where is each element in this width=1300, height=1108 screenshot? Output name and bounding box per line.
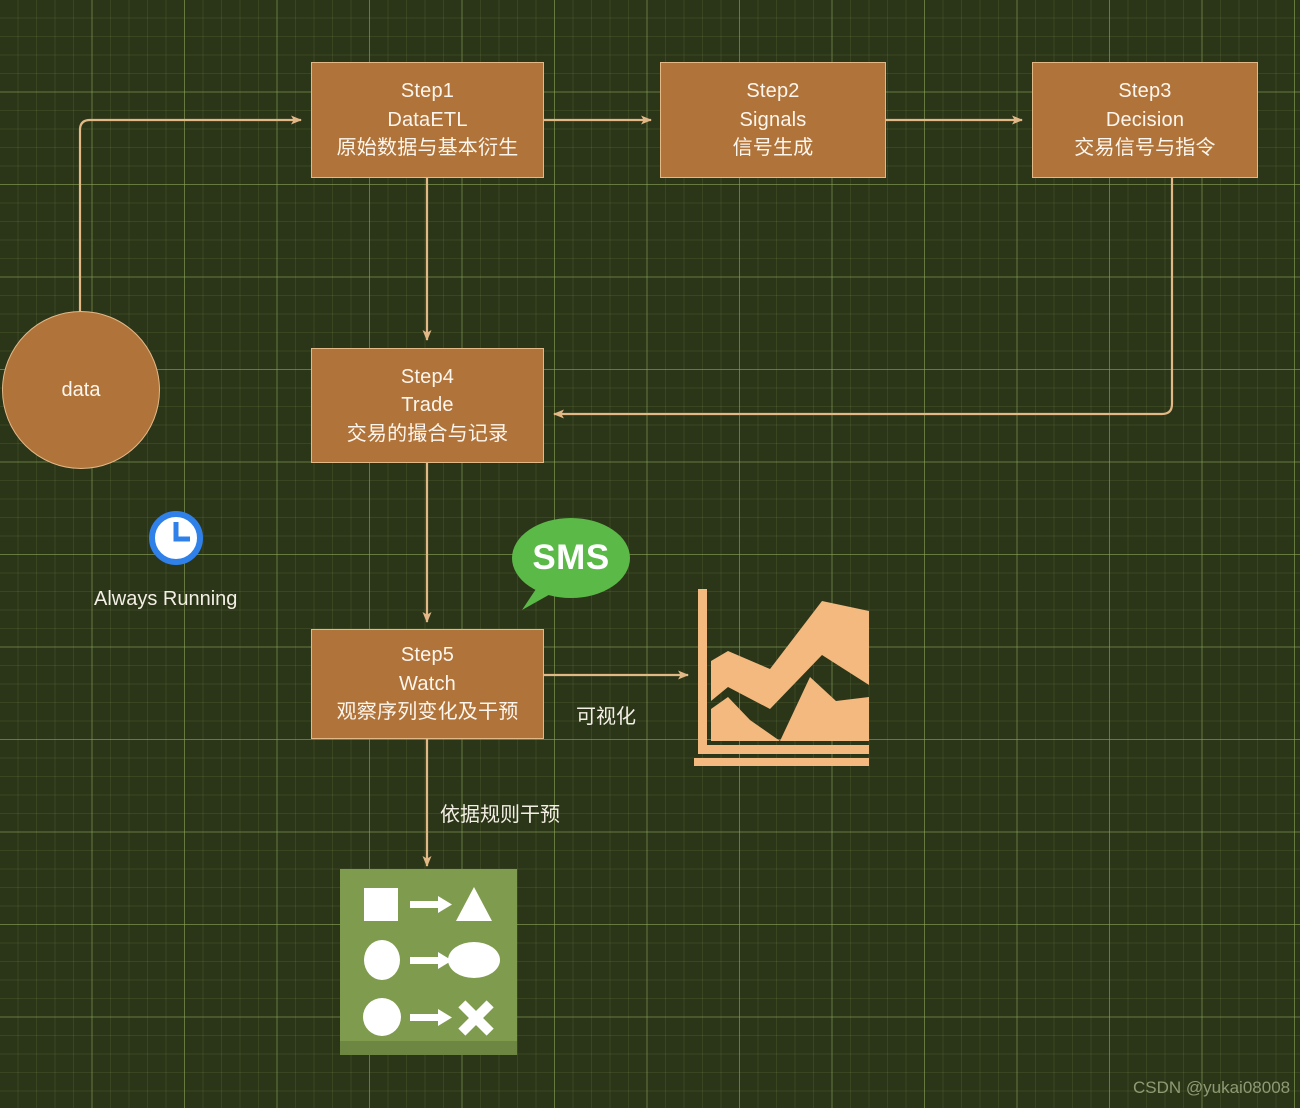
node-step4-line1: Step4 [400,365,455,388]
node-step5-line2: Watch [399,672,456,695]
connector-data-to-step1 [78,115,302,345]
node-step1[interactable]: Step1 DataETL 原始数据与基本衍生 [311,62,544,178]
diagram-canvas: data Step1 DataETL 原始数据与基本衍生 Step2 Signa… [0,0,1300,1108]
node-step3-line1: Step3 [1118,80,1172,103]
area-chart-icon [694,589,869,766]
node-step1-line3: 原始数据与基本衍生 [336,137,519,160]
node-step5-line1: Step5 [400,644,455,667]
sms-badge-text: SMS [532,538,610,577]
node-step2-line3: 信号生成 [732,137,814,160]
always-running-label: Always Running [94,588,238,610]
connector-step3-to-step4 [553,178,1174,419]
node-step1-line2: DataETL [387,108,468,131]
node-step2[interactable]: Step2 Signals 信号生成 [660,62,886,178]
node-data-label: data [61,378,101,401]
node-step3[interactable]: Step3 Decision 交易信号与指令 [1032,62,1258,178]
node-step1-line1: Step1 [400,80,455,103]
node-data[interactable]: data [2,311,160,469]
node-step4-line2: Trade [401,394,454,417]
node-step3-line2: Decision [1105,108,1185,131]
watermark: CSDN @yukai08008 [1133,1078,1291,1097]
clock-icon [149,511,203,565]
node-step4[interactable]: Step4 Trade 交易的撮合与记录 [311,348,544,463]
edge-label-visualize: 可视化 [576,706,636,728]
node-step2-line1: Step2 [746,80,800,103]
shape-transform-rules-icon [340,869,517,1055]
node-step5[interactable]: Step5 Watch 观察序列变化及干预 [311,629,544,739]
edge-label-rule-intervene: 依据规则干预 [440,804,560,826]
sms-bubble-icon: SMS [512,518,636,610]
node-step2-line2: Signals [739,108,807,131]
node-step5-line3: 观察序列变化及干预 [336,701,519,724]
node-step4-line3: 交易的撮合与记录 [346,422,509,445]
node-step3-line3: 交易信号与指令 [1074,137,1216,160]
